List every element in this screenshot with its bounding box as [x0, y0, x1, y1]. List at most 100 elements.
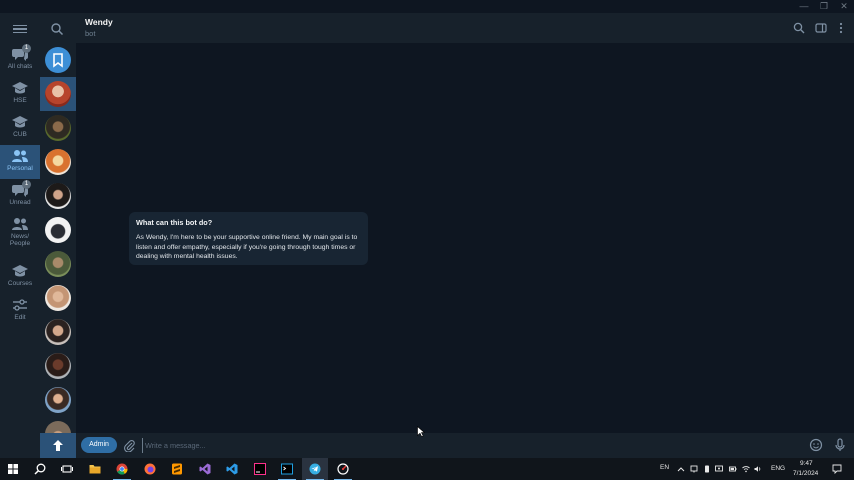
close-button[interactable]: ✕	[834, 0, 854, 13]
avatar	[45, 387, 71, 413]
chat-title[interactable]: Wendy	[85, 17, 113, 27]
chat-item[interactable]	[40, 179, 76, 213]
folder-hse[interactable]: HSE	[0, 77, 40, 111]
chat-item[interactable]	[40, 111, 76, 145]
unread-badge: 1	[22, 180, 31, 189]
avatar	[45, 353, 71, 379]
wifi-icon[interactable]	[742, 465, 750, 473]
more-vertical-icon[interactable]	[835, 22, 847, 34]
chat-item[interactable]	[40, 213, 76, 247]
firefox-icon	[144, 463, 156, 475]
search-icon[interactable]	[793, 22, 805, 34]
avatar	[45, 81, 71, 107]
bookmark-icon	[53, 53, 63, 68]
taskbar-chrome[interactable]	[109, 458, 135, 480]
taskbar-app[interactable]	[330, 458, 356, 480]
bot-intro-title: What can this bot do?	[136, 218, 213, 227]
message-area: What can this bot do? As Wendy, I'm here…	[76, 43, 854, 433]
taskbar-terminal[interactable]	[274, 458, 300, 480]
minimize-button[interactable]: —	[794, 0, 814, 13]
paperclip-icon[interactable]	[123, 439, 135, 452]
search-icon[interactable]	[50, 22, 64, 36]
chat-item-wendy[interactable]	[40, 77, 76, 111]
chrome-icon	[116, 463, 128, 475]
avatar	[45, 285, 71, 311]
task-view-button[interactable]	[54, 458, 80, 480]
restore-button[interactable]: ❐	[814, 0, 834, 13]
folder-unread[interactable]: 1 Unread	[0, 179, 40, 213]
windows-logo-icon	[8, 464, 18, 474]
display-icon[interactable]	[715, 465, 723, 473]
chevron-up-icon[interactable]	[677, 465, 685, 473]
menu-icon[interactable]	[13, 25, 27, 34]
admin-button[interactable]: Admin	[81, 437, 117, 453]
clock-time[interactable]: 9:47	[800, 460, 813, 467]
chat-item-saved-messages[interactable]	[40, 43, 76, 77]
taskbar-visual-studio[interactable]	[192, 458, 218, 480]
message-input[interactable]	[142, 438, 782, 453]
taskbar-telegram[interactable]	[302, 458, 328, 480]
saved-messages-avatar	[45, 47, 71, 73]
chat-item[interactable]	[40, 247, 76, 281]
people-icon	[12, 218, 28, 230]
folder-label: Edit	[14, 314, 26, 321]
jetbrains-icon	[254, 463, 266, 475]
taskbar-file-explorer[interactable]	[82, 458, 108, 480]
speaker-icon[interactable]	[754, 465, 762, 473]
battery-icon[interactable]	[729, 465, 737, 473]
mouse-cursor-icon	[417, 426, 425, 437]
folder-label: CUB	[13, 131, 27, 138]
chat-item[interactable]	[40, 145, 76, 179]
graduation-cap-icon	[12, 82, 28, 94]
avatar	[45, 251, 71, 277]
terminal-icon	[281, 463, 293, 475]
search-icon	[34, 463, 46, 475]
taskbar-sublime[interactable]	[164, 458, 190, 480]
people-icon	[12, 150, 28, 162]
arrow-up-icon	[53, 440, 63, 451]
avatar	[45, 183, 71, 209]
visual-studio-icon	[199, 463, 211, 475]
avatar	[45, 217, 71, 243]
folder-sidebar: 1 All chats HSE CUB Personal 1 Unread Ne…	[0, 13, 40, 458]
vscode-icon	[226, 463, 238, 475]
chat-item[interactable]	[40, 383, 76, 417]
folder-news-people[interactable]: News/ People	[0, 213, 40, 255]
message-composer: Admin	[76, 433, 854, 458]
keyboard-layout[interactable]: ENG	[771, 465, 785, 472]
chat-header: Wendy bot	[76, 13, 854, 43]
emoji-icon[interactable]	[809, 438, 823, 452]
graduation-cap-icon	[12, 265, 28, 277]
chat-item[interactable]	[40, 417, 76, 433]
microphone-icon[interactable]	[833, 438, 847, 452]
avatar	[45, 421, 71, 433]
clock-date[interactable]: 7/1/2024	[793, 470, 818, 477]
start-button[interactable]	[0, 458, 26, 480]
chat-item[interactable]	[40, 349, 76, 383]
input-language[interactable]: EN	[660, 464, 669, 471]
taskbar-search-button[interactable]	[27, 458, 53, 480]
avatar	[45, 115, 71, 141]
taskbar-vscode[interactable]	[219, 458, 245, 480]
device-icon[interactable]	[690, 465, 698, 473]
gauge-icon	[337, 463, 349, 475]
folder-all-chats[interactable]: 1 All chats	[0, 43, 40, 77]
scroll-to-top-button[interactable]	[40, 433, 76, 458]
folder-label: HSE	[13, 97, 27, 104]
chat-item[interactable]	[40, 315, 76, 349]
notification-icon[interactable]	[832, 464, 842, 474]
folder-icon	[89, 465, 101, 474]
usb-drive-icon[interactable]	[703, 465, 711, 473]
bot-intro-text: As Wendy, I'm here to be your supportive…	[136, 234, 358, 260]
folder-label: All chats	[7, 63, 33, 70]
avatar	[45, 319, 71, 345]
folder-edit[interactable]: Edit	[0, 294, 40, 328]
taskbar-jetbrains[interactable]	[247, 458, 273, 480]
folder-courses[interactable]: Courses	[0, 260, 40, 294]
task-view-icon	[61, 465, 73, 473]
sidebar-toggle-icon[interactable]	[815, 22, 827, 34]
folder-personal[interactable]: Personal	[0, 145, 40, 179]
chat-item[interactable]	[40, 281, 76, 315]
taskbar-firefox[interactable]	[137, 458, 163, 480]
folder-cub[interactable]: CUB	[0, 111, 40, 145]
